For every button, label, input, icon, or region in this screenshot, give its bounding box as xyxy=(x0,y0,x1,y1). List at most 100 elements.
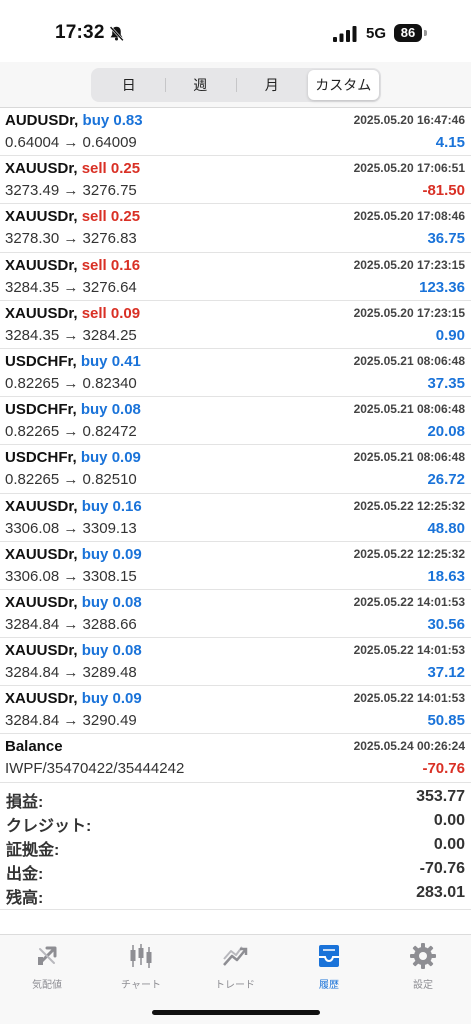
tab-label: トレード xyxy=(215,980,255,991)
symbol-name: XAUUSDr, xyxy=(5,256,78,274)
trade-profit: 37.12 xyxy=(427,664,465,682)
trade-row[interactable]: USDCHFr, buy 0.09 2025.05.21 08:06:48 0.82… xyxy=(0,445,471,494)
trade-symbol: XAUUSDr, sell 0.09 xyxy=(5,305,140,322)
trade-row[interactable]: XAUUSDr, buy 0.08 2025.05.22 14:01:53 3284… xyxy=(0,638,471,687)
trade-icon xyxy=(223,946,248,966)
trade-profit: 0.90 xyxy=(435,326,465,344)
settings-icon xyxy=(410,943,436,969)
trade-row[interactable]: XAUUSDr, buy 0.16 2025.05.22 12:25:32 3306… xyxy=(0,494,471,542)
summary-value: 283.01 xyxy=(416,884,465,901)
trade-type: buy 0.09 xyxy=(81,545,142,563)
battery-cap xyxy=(424,30,427,36)
trade-type: sell 0.25 xyxy=(81,160,141,178)
status-time: 17:32 xyxy=(55,22,105,43)
balance-row[interactable]: Balance 2025.05.24 00:26:24 IWPF/35470422… xyxy=(0,734,471,783)
trade-date: 2025.05.22 12:25:32 xyxy=(353,546,465,561)
tab-chart[interactable]: チャート xyxy=(94,941,188,991)
trade-prices: 0.82265 → 0.82472 xyxy=(5,423,137,441)
trade-symbol: XAUUSDr, buy 0.16 xyxy=(5,498,142,515)
trade-symbol: XAUUSDr, buy 0.08 xyxy=(5,642,142,659)
trade-symbol: Balance xyxy=(5,738,63,755)
tab-history[interactable]: 履歴 xyxy=(282,941,376,991)
trade-symbol: XAUUSDr, buy 0.09 xyxy=(5,690,142,707)
history-list: AUDUSDr, buy 0.83 2025.05.20 16:47:46 0.64… xyxy=(0,108,471,783)
trade-date: 2025.05.22 14:01:53 xyxy=(353,691,465,706)
trade-symbol: USDCHFr, buy 0.41 xyxy=(5,353,141,370)
trade-profit: 123.36 xyxy=(419,278,465,296)
trade-profit: 37.35 xyxy=(427,374,465,392)
trade-profit: 26.72 xyxy=(427,471,465,489)
trade-date: 2025.05.20 17:06:51 xyxy=(353,161,465,176)
trade-row[interactable]: XAUUSDr, buy 0.08 2025.05.22 14:01:53 3284… xyxy=(0,590,471,639)
summary-label: クレジット: xyxy=(6,818,92,835)
trade-type: buy 0.08 xyxy=(81,642,142,660)
account-summary: 損益: 353.77 クレジット: 0.00 証拠金: 0.00 出金: -70.76 残高: 2… xyxy=(0,786,471,910)
quotes-icon xyxy=(38,946,57,965)
trade-prices: 3278.30 → 3276.83 xyxy=(5,230,137,248)
trade-row[interactable]: AUDUSDr, buy 0.83 2025.05.20 16:47:46 0.64… xyxy=(0,108,471,157)
trade-date: 2025.05.21 08:06:48 xyxy=(353,402,465,417)
trade-prices: 0.82265 → 0.82510 xyxy=(5,471,137,489)
signal-icon xyxy=(333,26,357,42)
summary-row: 出金: -70.76 xyxy=(0,858,471,883)
trade-profit: 50.85 xyxy=(427,712,465,730)
chart-icon xyxy=(130,944,152,968)
summary-label: 残高: xyxy=(6,890,44,907)
trade-row[interactable]: XAUUSDr, sell 0.16 2025.05.20 17:23:15 328… xyxy=(0,253,471,301)
trade-type: buy 0.08 xyxy=(81,593,142,611)
bell-muted-icon xyxy=(109,26,124,42)
trade-row[interactable]: XAUUSDr, buy 0.09 2025.05.22 14:01:53 3284… xyxy=(0,686,471,735)
symbol-name: XAUUSDr, xyxy=(5,690,78,708)
summary-row: 損益: 353.77 xyxy=(0,786,471,811)
trade-prices: 0.82265 → 0.82340 xyxy=(5,374,137,392)
summary-value: -70.76 xyxy=(419,860,465,877)
trade-type: buy 0.41 xyxy=(80,352,141,370)
trade-symbol: USDCHFr, buy 0.08 xyxy=(5,401,141,418)
trade-profit: 48.80 xyxy=(427,519,465,537)
tab-quotes[interactable]: 気配値 xyxy=(0,941,94,991)
trade-profit: 30.56 xyxy=(427,615,465,633)
trade-prices: 3284.84 → 3288.66 xyxy=(5,615,137,633)
symbol-name: XAUUSDr, xyxy=(5,642,78,660)
home-indicator[interactable] xyxy=(152,1010,320,1015)
trade-profit: 36.75 xyxy=(427,230,465,248)
history-icon xyxy=(319,945,339,967)
tab-label: 履歴 xyxy=(319,980,339,991)
trade-prices: 3284.84 → 3289.48 xyxy=(5,664,137,682)
trade-symbol: USDCHFr, buy 0.09 xyxy=(5,449,141,466)
trade-row[interactable]: XAUUSDr, sell 0.25 2025.05.20 17:06:51 327… xyxy=(0,156,471,205)
summary-value: 0.00 xyxy=(433,836,465,853)
trade-prices: 3306.08 → 3309.13 xyxy=(5,519,137,537)
trade-prices: 3284.35 → 3276.64 xyxy=(5,278,137,296)
trade-profit: -70.76 xyxy=(422,760,465,778)
trade-prices: 3306.08 → 3308.15 xyxy=(5,567,137,585)
trade-date: 2025.05.20 17:08:46 xyxy=(353,209,465,224)
tab-label: 設定 xyxy=(413,980,433,991)
trade-symbol: XAUUSDr, sell 0.25 xyxy=(5,208,140,225)
symbol-name: XAUUSDr, xyxy=(5,304,78,322)
tab-settings[interactable]: 設定 xyxy=(376,941,470,991)
tab-custom[interactable]: カスタム xyxy=(307,70,379,100)
trade-row[interactable]: XAUUSDr, sell 0.25 2025.05.20 17:08:46 327… xyxy=(0,204,471,253)
symbol-name: USDCHFr, xyxy=(5,449,77,467)
period-segmented-control: 日 週 月 カスタム xyxy=(91,68,381,102)
trade-row[interactable]: USDCHFr, buy 0.08 2025.05.21 08:06:48 0.82… xyxy=(0,397,471,446)
trade-date: 2025.05.20 17:23:15 xyxy=(353,305,465,320)
trade-type: buy 0.09 xyxy=(81,690,142,708)
trade-row[interactable]: USDCHFr, buy 0.41 2025.05.21 08:06:48 0.82… xyxy=(0,349,471,398)
summary-value: 0.00 xyxy=(433,812,465,829)
tab-label: チャート xyxy=(121,980,161,991)
battery-icon: 86 xyxy=(394,24,422,42)
tab-month[interactable]: 月 xyxy=(236,70,308,100)
trade-date: 2025.05.20 17:23:15 xyxy=(353,257,465,272)
trade-row[interactable]: XAUUSDr, sell 0.09 2025.05.20 17:23:15 328… xyxy=(0,301,471,349)
tab-day[interactable]: 日 xyxy=(93,70,165,100)
tab-trade[interactable]: トレード xyxy=(188,941,282,991)
trade-type: sell 0.09 xyxy=(81,304,141,322)
summary-row: 証拠金: 0.00 xyxy=(0,834,471,859)
trade-row[interactable]: XAUUSDr, buy 0.09 2025.05.22 12:25:32 3306… xyxy=(0,542,471,590)
trade-type: buy 0.08 xyxy=(80,401,141,419)
trade-type: buy 0.16 xyxy=(81,497,142,515)
tab-week[interactable]: 週 xyxy=(164,70,237,100)
symbol-name: XAUUSDr, xyxy=(5,208,78,226)
